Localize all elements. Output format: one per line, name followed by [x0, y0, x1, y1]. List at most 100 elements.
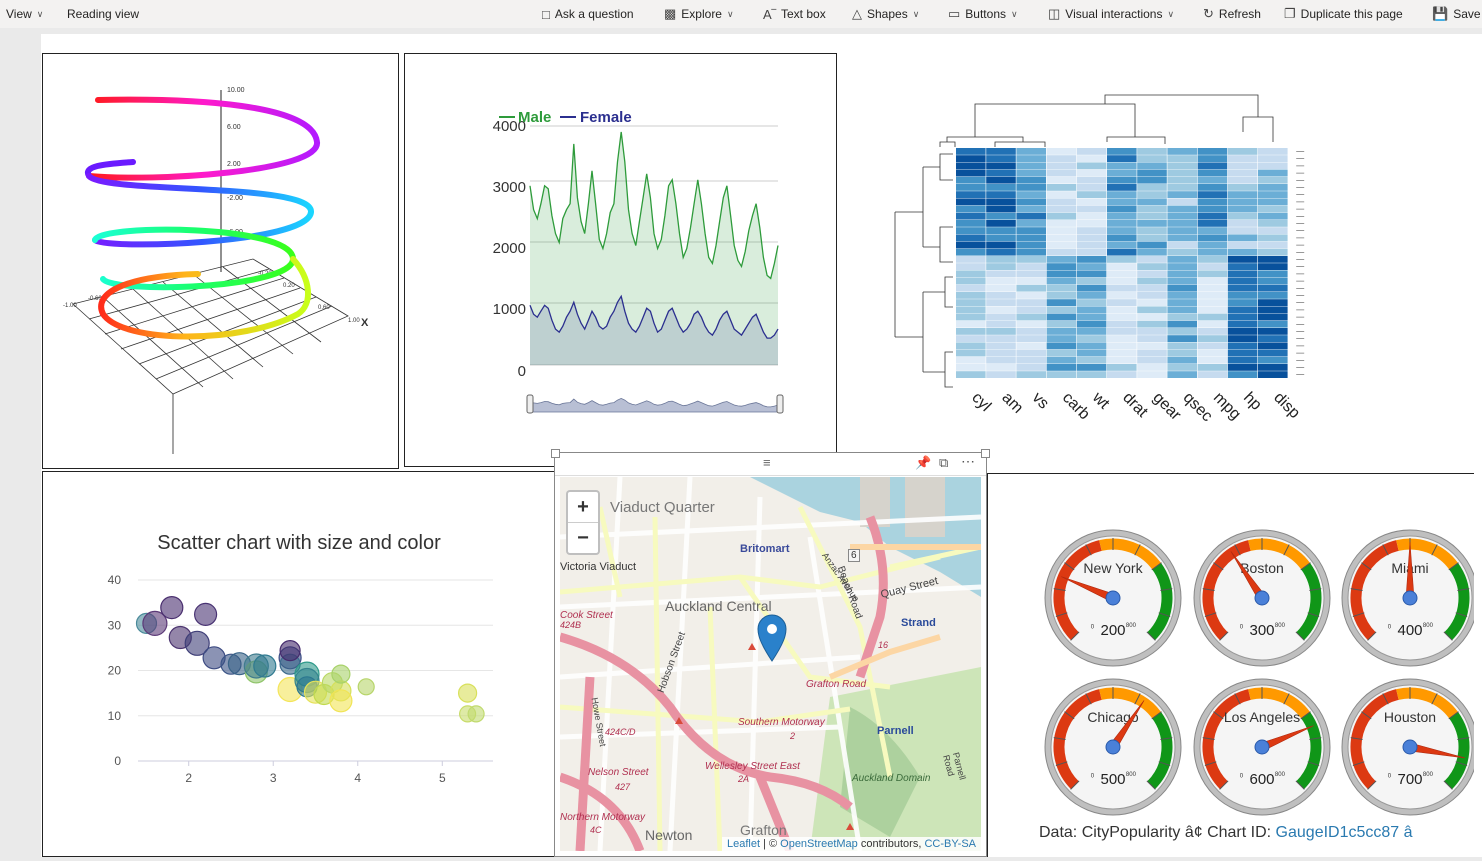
gauge-max-label: 800	[1423, 772, 1434, 778]
explore-menu[interactable]: ▩ Explore ∨	[664, 0, 734, 28]
buttons-menu[interactable]: ▭ Buttons ∨	[948, 0, 1018, 28]
heatmap-cell	[956, 299, 986, 306]
heatmap-cell	[1076, 356, 1107, 364]
view-menu[interactable]: View ∨	[6, 0, 43, 28]
heatmap-cell	[1076, 176, 1107, 184]
heatmap-cell	[1167, 320, 1197, 328]
scatter-point[interactable]	[467, 705, 485, 723]
cars-heatmap-visual[interactable]: Toyota CoronaPorsche 914-2Datsun 710Volv…	[845, 92, 1383, 452]
auckland-map-visual[interactable]: ≡ 📌 ⧉ ⋯ + − Viaduct Quarter Victoria Via…	[551, 449, 990, 857]
refresh-button[interactable]: ↻ Refresh	[1203, 0, 1261, 28]
scatter-point[interactable]	[160, 596, 184, 620]
heatmap-cell	[1227, 277, 1258, 285]
heatmap-cell	[1137, 169, 1167, 177]
heatmap-cell	[1258, 176, 1288, 184]
reading-view-button[interactable]: Reading view	[67, 0, 139, 28]
line-legend[interactable]: Male Female	[499, 109, 632, 126]
more-options-icon[interactable]: ⋯	[961, 453, 975, 470]
range-handle-left[interactable]	[526, 394, 534, 414]
zoom-in-button[interactable]: +	[568, 492, 598, 522]
heatmap-cell	[1197, 364, 1228, 371]
save-button[interactable]: 💾 Save	[1432, 0, 1481, 28]
line-chart-plot: 4000 3000 2000 1000 0 Male Female	[493, 109, 784, 414]
city-gauges-visual[interactable]: New York0800200Boston0800300Miami0800400…	[987, 473, 1479, 857]
range-handle-right[interactable]	[776, 394, 784, 414]
heatmap-cell	[1107, 349, 1137, 357]
heatmap-cell	[986, 356, 1016, 364]
scatter-point[interactable]	[331, 664, 351, 684]
heatmap-cell	[986, 248, 1016, 256]
gauge-new-york[interactable]: New York0 800200	[1044, 529, 1182, 667]
helix-3d-visual[interactable]: 10.00 6.00 2.00 -2.00 -6.00 -1.00 -0.60 …	[42, 53, 399, 469]
gauge-value: 500	[1100, 771, 1125, 788]
scatter-point[interactable]	[194, 602, 218, 626]
gauge-value: 400	[1397, 622, 1422, 639]
heatmap-cell	[1046, 349, 1077, 357]
x-axis-label: X	[361, 317, 369, 329]
gauge-footer-text: Data: CityPopularity â¢ Chart ID:	[1039, 824, 1276, 841]
line-y-ticks: 4000 3000 2000 1000 0	[493, 118, 526, 380]
heatmap-cell	[1167, 306, 1197, 314]
z-tick: 10.00	[227, 87, 245, 94]
heatmap-cell	[986, 220, 1016, 227]
leaflet-link[interactable]: Leaflet	[727, 838, 760, 850]
heatmap-cell	[986, 162, 1016, 170]
pin-icon[interactable]: 📌	[915, 455, 931, 471]
focus-mode-icon[interactable]: ⧉	[939, 455, 948, 471]
heatmap-cell	[986, 270, 1016, 278]
heatmap-cell	[1046, 248, 1077, 256]
heatmap-cell	[1046, 277, 1077, 285]
legend-male[interactable]: Male	[518, 109, 551, 126]
heatmap-cell	[1137, 284, 1167, 292]
heatmap-cell	[986, 284, 1016, 292]
heatmap-cell	[1016, 162, 1046, 170]
zoom-out-button[interactable]: −	[568, 522, 598, 553]
heatmap-cell	[1167, 356, 1197, 364]
heatmap-cell	[1137, 270, 1167, 278]
male-female-line-chart[interactable]: 4000 3000 2000 1000 0 Male Female	[404, 53, 837, 467]
scatter-point[interactable]	[458, 683, 478, 703]
z-axis-ticks: 10.00 6.00 2.00 -2.00 -6.00	[227, 87, 245, 236]
map-canvas[interactable]: + − Viaduct Quarter Victoria Viaduct Bri…	[560, 477, 981, 851]
gauge-boston[interactable]: Boston0 800300	[1193, 529, 1331, 667]
heatmap-cell	[1076, 335, 1107, 342]
shapes-menu[interactable]: △ Shapes ∨	[852, 0, 919, 28]
heatmap-cell	[1046, 220, 1077, 227]
scatter-point[interactable]	[279, 640, 301, 662]
gauge-los-angeles[interactable]: Los Angeles0 800600	[1193, 678, 1331, 816]
resize-handle[interactable]	[551, 449, 560, 458]
heatmap-cell	[986, 342, 1016, 350]
gauge-houston[interactable]: Houston0 800700	[1341, 678, 1479, 816]
scatter-point[interactable]	[253, 654, 277, 678]
gauge-hub	[1105, 739, 1121, 755]
range-navigator[interactable]	[526, 394, 784, 414]
save-label: Save	[1453, 7, 1481, 21]
drag-handle-icon[interactable]: ≡	[763, 455, 771, 470]
ask-question-button[interactable]: □ Ask a question	[542, 0, 634, 28]
heatmap-cell	[1137, 371, 1167, 378]
gauge-chicago[interactable]: Chicago0 800500	[1044, 678, 1182, 816]
heatmap-cell	[1197, 306, 1228, 314]
gauge-miami[interactable]: Miami0800400	[1341, 529, 1479, 667]
heatmap-cell	[1167, 349, 1197, 357]
visual-interactions-menu[interactable]: ◫ Visual interactions ∨	[1048, 0, 1174, 28]
heatmap-cell	[1227, 220, 1258, 227]
text-box-button[interactable]: A‾ Text box	[763, 0, 826, 28]
scatter-chart-visual[interactable]: Scatter chart with size and color 40 30 20…	[42, 471, 555, 857]
row-dendrogram	[894, 153, 953, 388]
scatter-point[interactable]	[329, 689, 353, 713]
osm-link[interactable]: OpenStreetMap	[780, 838, 858, 850]
resize-handle[interactable]	[981, 449, 990, 458]
heatmap-plot: Toyota CoronaPorsche 914-2Datsun 710Volv…	[894, 94, 1383, 425]
heatmap-cell	[1167, 284, 1197, 292]
gauge-chart-id-link[interactable]: GaugeID1c5cc87 â	[1276, 824, 1413, 841]
heatmap-cell	[986, 313, 1016, 321]
buttons-label: Buttons	[965, 7, 1006, 21]
legend-female[interactable]: Female	[580, 109, 632, 126]
gauge-hub	[1254, 739, 1270, 755]
scatter-point[interactable]	[357, 678, 375, 696]
heatmap-cell	[1197, 191, 1228, 198]
license-link[interactable]: CC-BY-SA	[924, 838, 976, 850]
duplicate-page-button[interactable]: ❐ Duplicate this page	[1284, 0, 1403, 28]
heatmap-cell	[1076, 148, 1107, 155]
